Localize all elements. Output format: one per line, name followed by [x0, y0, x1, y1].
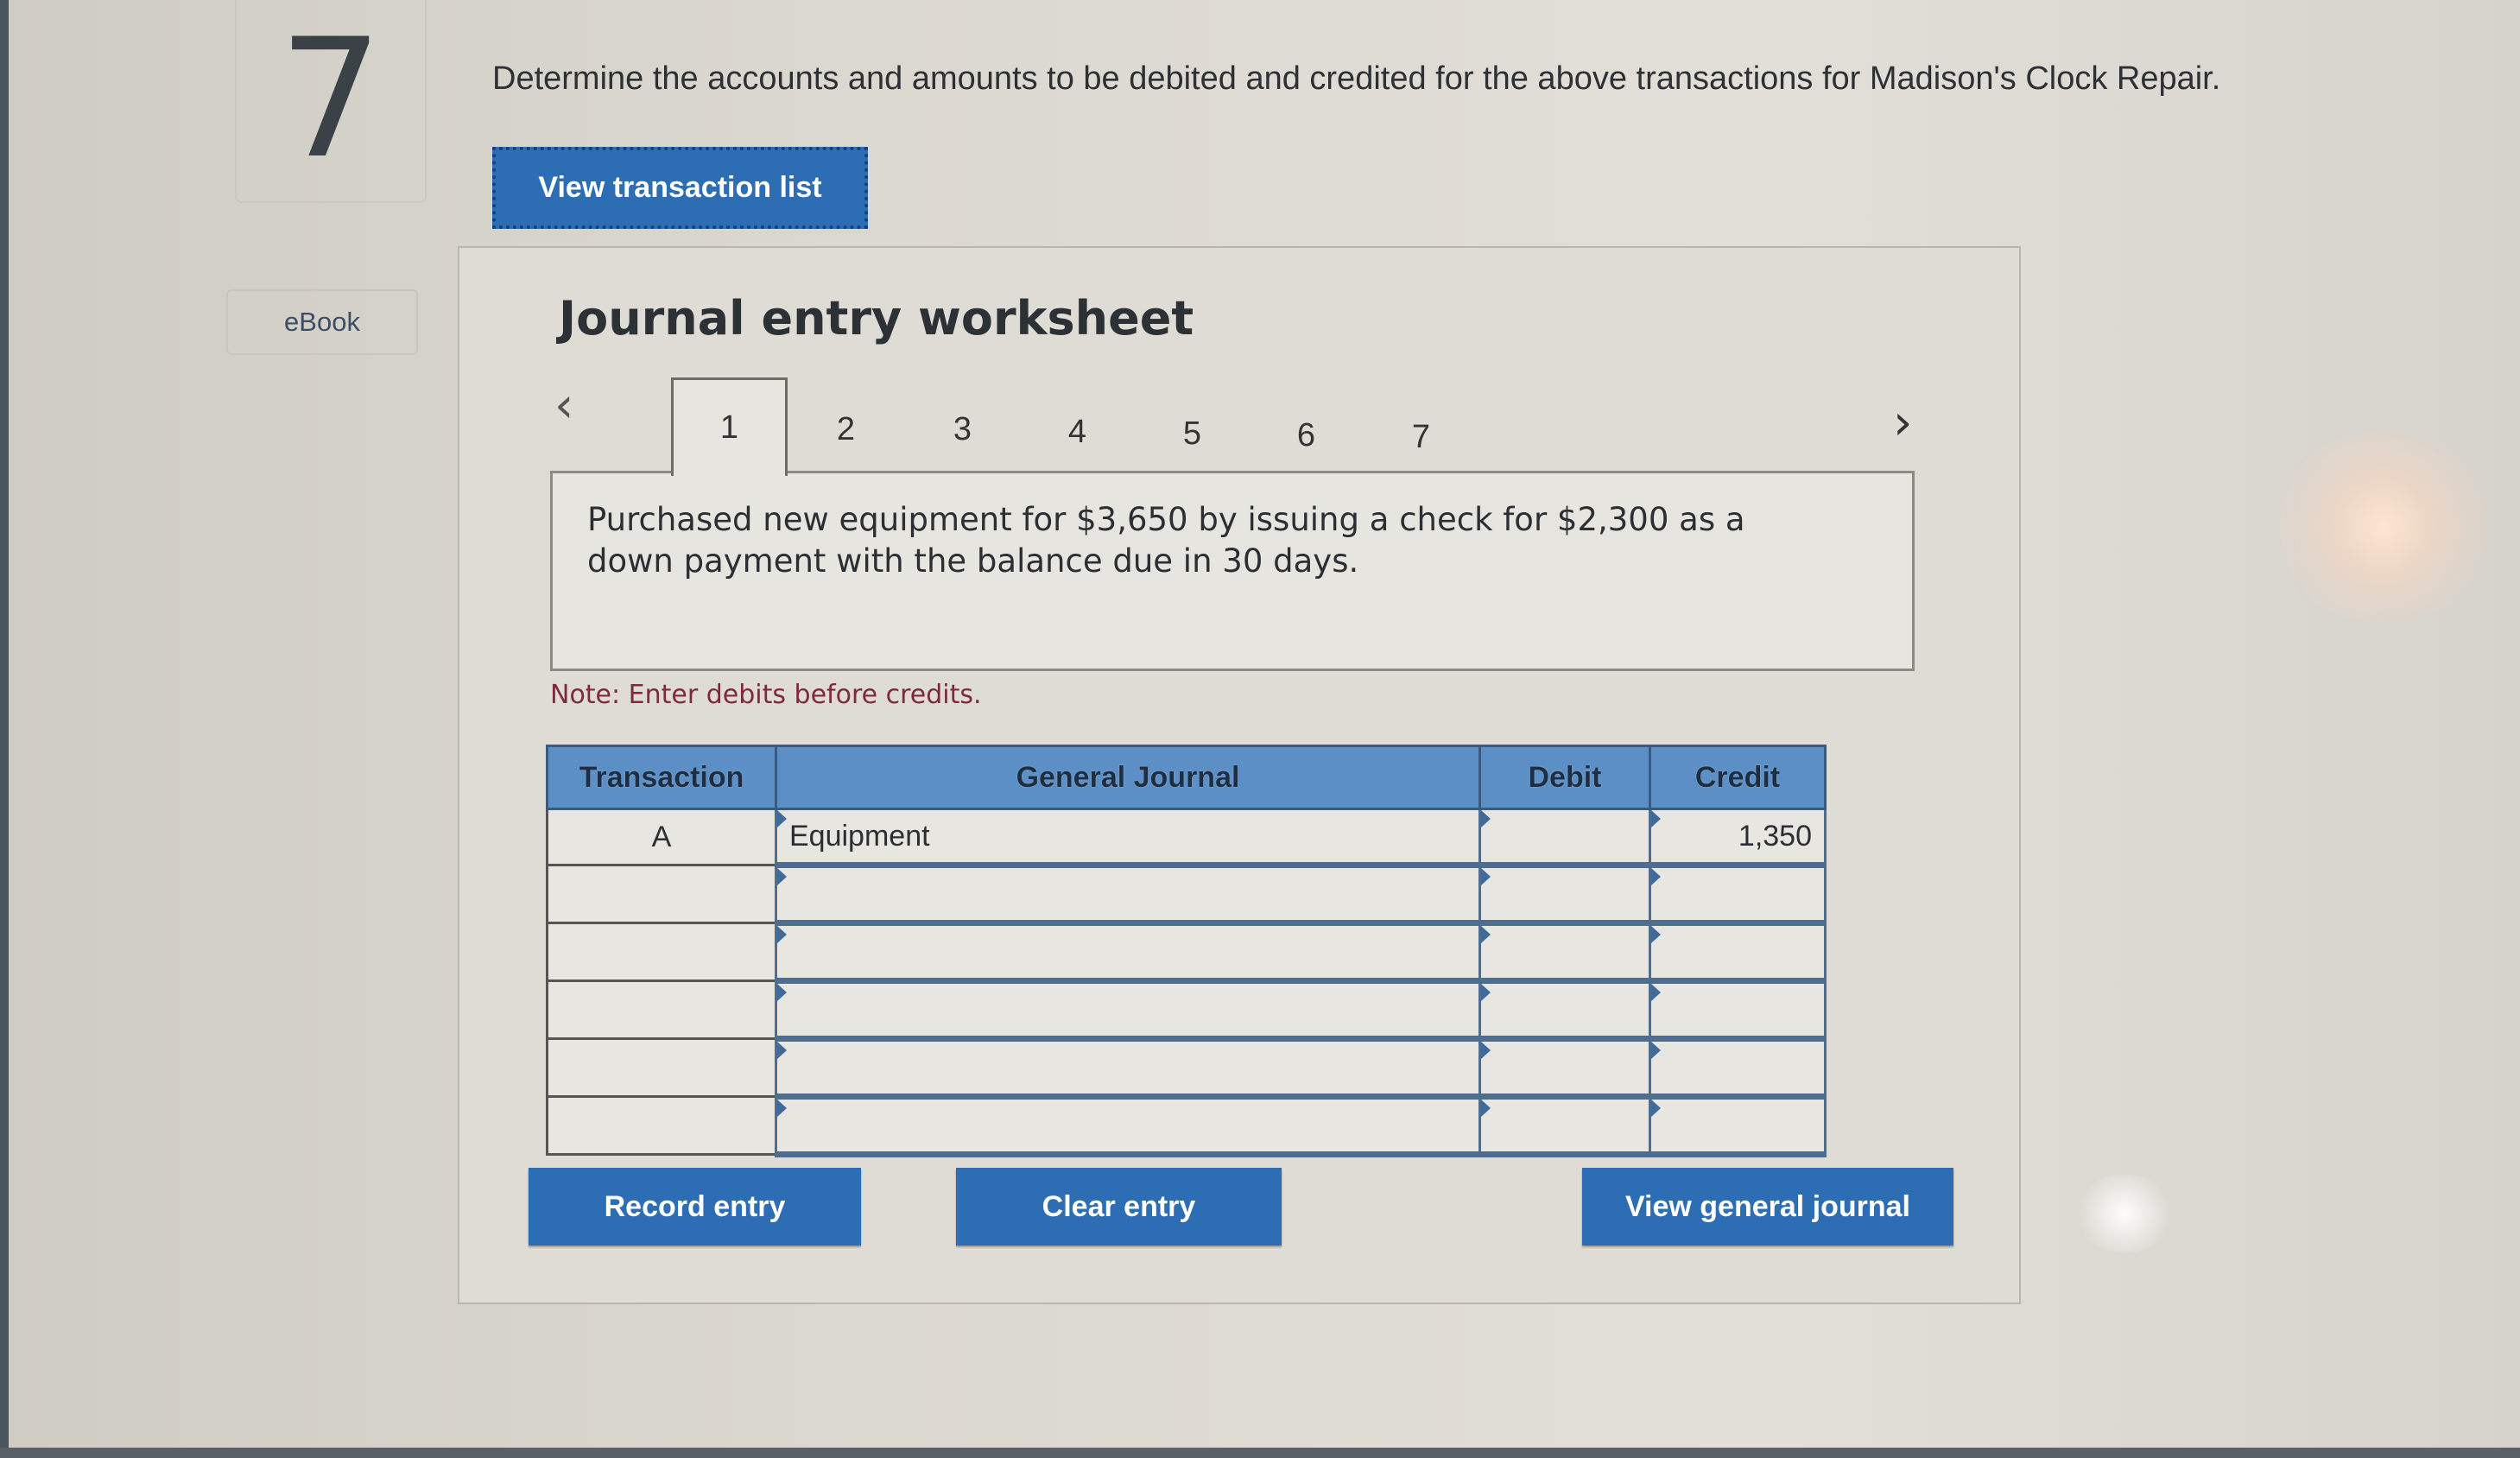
dropdown-marker-icon: [1651, 984, 1661, 1001]
debit-cell[interactable]: [1478, 922, 1651, 984]
credit-cell[interactable]: 1,350: [1649, 808, 1827, 868]
table-row: [546, 865, 1827, 926]
table-row: [546, 1096, 1827, 1157]
table-row: A Equipment 1,350: [546, 808, 1827, 868]
note-text: Note: Enter debits before credits.: [550, 680, 982, 710]
question-number-box: 7: [235, 0, 427, 203]
credit-cell[interactable]: [1649, 922, 1827, 984]
dropdown-marker-icon: [777, 1042, 787, 1059]
table-row: [546, 922, 1827, 984]
credit-value: 1,350: [1738, 819, 1812, 853]
transaction-cell: [546, 865, 777, 924]
dropdown-marker-icon: [1481, 868, 1491, 885]
dropdown-marker-icon: [777, 810, 787, 827]
transaction-cell: [546, 1038, 777, 1098]
transaction-cell: [546, 1096, 777, 1156]
record-entry-button[interactable]: Record entry: [529, 1168, 861, 1246]
screen-glare: [2073, 1175, 2176, 1252]
table-row: [546, 1038, 1827, 1100]
header-general-journal: General Journal: [775, 745, 1481, 810]
journal-entry-worksheet: Journal entry worksheet ‹ 1 2 3 4 5 6 7 …: [458, 246, 2021, 1304]
tab-3[interactable]: 3: [904, 382, 1021, 477]
credit-cell[interactable]: [1649, 1096, 1827, 1157]
chevron-left-icon[interactable]: ‹: [554, 377, 573, 434]
table-header-row: Transaction General Journal Debit Credit: [546, 745, 1827, 810]
account-cell[interactable]: [775, 1096, 1481, 1157]
dropdown-marker-icon: [777, 926, 787, 943]
tab-5[interactable]: 5: [1134, 386, 1251, 481]
dropdown-marker-icon: [1651, 810, 1661, 827]
chevron-right-icon[interactable]: ›: [1893, 395, 1912, 451]
dropdown-marker-icon: [1651, 1042, 1661, 1059]
debit-cell[interactable]: [1478, 808, 1651, 868]
debit-cell[interactable]: [1478, 980, 1651, 1042]
journal-table: Transaction General Journal Debit Credit…: [546, 745, 1827, 1157]
account-cell[interactable]: [775, 922, 1481, 984]
view-transaction-list-button[interactable]: View transaction list: [492, 147, 868, 229]
dropdown-marker-icon: [1651, 1100, 1661, 1117]
dropdown-marker-icon: [1651, 868, 1661, 885]
dropdown-marker-icon: [777, 1100, 787, 1117]
account-value: Equipment: [789, 819, 930, 853]
transaction-cell: A: [546, 808, 777, 866]
screen-edge: [0, 1448, 2520, 1458]
dropdown-marker-icon: [777, 868, 787, 885]
account-cell[interactable]: [775, 1038, 1481, 1100]
tab-6[interactable]: 6: [1248, 388, 1364, 483]
dropdown-marker-icon: [1481, 1100, 1491, 1117]
credit-cell[interactable]: [1649, 865, 1827, 926]
tab-2[interactable]: 2: [788, 382, 904, 477]
transaction-description: Purchased new equipment for $3,650 by is…: [587, 501, 1745, 580]
account-cell[interactable]: Equipment: [775, 808, 1481, 868]
header-debit: Debit: [1478, 745, 1651, 810]
header-credit: Credit: [1649, 745, 1827, 810]
ebook-button[interactable]: eBook: [226, 289, 418, 355]
question-number: 7: [278, 3, 383, 194]
credit-cell[interactable]: [1649, 1038, 1827, 1100]
transaction-cell: [546, 980, 777, 1040]
screen-edge: [0, 0, 9, 1458]
account-cell[interactable]: [775, 865, 1481, 926]
tab-1[interactable]: 1: [671, 377, 788, 476]
dropdown-marker-icon: [1651, 926, 1661, 943]
question-prompt: Determine the accounts and amounts to be…: [492, 60, 2221, 97]
tab-4[interactable]: 4: [1019, 384, 1136, 479]
view-general-journal-button[interactable]: View general journal: [1582, 1168, 1953, 1246]
account-cell[interactable]: [775, 980, 1481, 1042]
table-row: [546, 980, 1827, 1042]
clear-entry-button[interactable]: Clear entry: [956, 1168, 1282, 1246]
debit-cell[interactable]: [1478, 865, 1651, 926]
debit-cell[interactable]: [1478, 1038, 1651, 1100]
credit-cell[interactable]: [1649, 980, 1827, 1042]
worksheet-title: Journal entry worksheet: [559, 291, 1194, 345]
dropdown-marker-icon: [1481, 1042, 1491, 1059]
dropdown-marker-icon: [1481, 810, 1491, 827]
dropdown-marker-icon: [1481, 926, 1491, 943]
dropdown-marker-icon: [777, 984, 787, 1001]
dropdown-marker-icon: [1481, 984, 1491, 1001]
transaction-cell: [546, 922, 777, 982]
header-transaction: Transaction: [546, 745, 777, 810]
transaction-description-box: Purchased new equipment for $3,650 by is…: [550, 471, 1915, 671]
screen-glare: [2263, 432, 2504, 622]
debit-cell[interactable]: [1478, 1096, 1651, 1157]
